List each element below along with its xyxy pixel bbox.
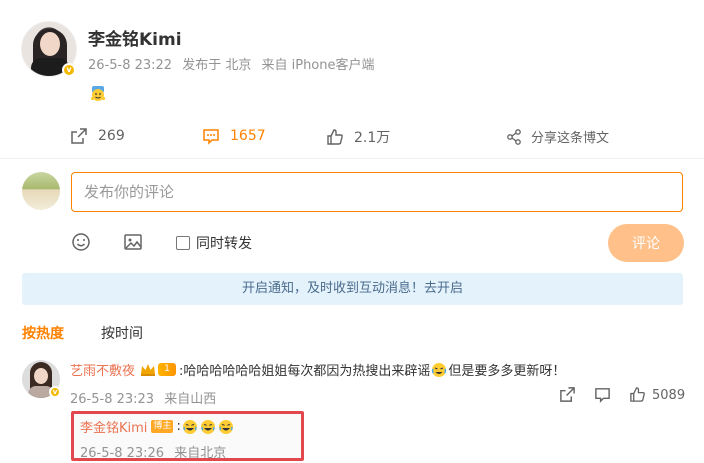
commenter-name[interactable]: 艺雨不敷夜 xyxy=(70,360,135,379)
repost-icon xyxy=(71,128,87,144)
submit-comment-button[interactable]: 评论 xyxy=(608,224,684,262)
emoji-picker-icon[interactable] xyxy=(71,232,91,252)
thumbs-up-icon xyxy=(327,129,343,145)
reply-source: 来自北京 xyxy=(174,446,227,461)
level-badge: 1 xyxy=(158,363,177,376)
tab-by-time[interactable]: 按时间 xyxy=(101,323,143,343)
tab-by-popularity[interactable]: 按热度 xyxy=(22,323,64,343)
comment-input[interactable] xyxy=(71,172,683,212)
vip-crown-icon xyxy=(140,363,156,376)
post-action-bar: 269 1657 2.1万 分享这条博文 xyxy=(0,127,704,149)
laughing-emoji-icon xyxy=(200,419,215,434)
laughing-emoji-icon xyxy=(218,419,233,434)
comment-like-icon[interactable] xyxy=(629,386,646,403)
reply-author-name[interactable]: 李金铭Kimi xyxy=(80,417,147,436)
reply-time: 26-5-8 23:26 xyxy=(80,446,165,461)
crying-laughing-emoji-icon xyxy=(432,362,447,377)
repost-checkbox[interactable]: 同时转发 xyxy=(176,233,252,253)
comment-button[interactable]: 1657 xyxy=(202,127,266,145)
reply-colon: : xyxy=(176,419,181,434)
host-badge: 博主 xyxy=(151,420,174,433)
share-icon xyxy=(507,128,521,145)
comment-repost-icon[interactable] xyxy=(559,386,576,403)
comment-text-line: 艺雨不敷夜 1 :哈哈哈哈哈哈姐姐每次都因为热搜出来辟谣 但是要多多更新呀！ xyxy=(70,360,565,379)
comment-text-part2: 但是要多多更新呀！ xyxy=(448,364,566,379)
share-label: 分享这条博文 xyxy=(531,131,610,146)
repost-label: 同时转发 xyxy=(196,236,252,252)
laughing-emoji-icon xyxy=(182,419,197,434)
comment-like-count: 5089 xyxy=(652,388,686,403)
comment-count: 1657 xyxy=(230,128,266,144)
share-button[interactable]: 分享这条博文 xyxy=(505,127,609,146)
my-avatar[interactable] xyxy=(22,172,60,210)
divider xyxy=(0,158,704,159)
reply-meta: 26-5-8 23:26 来自北京 xyxy=(80,442,232,461)
post-meta: 26-5-8 23:22 发布于 北京 来自 iPhone客户端 xyxy=(88,54,381,73)
reply-text-line: 李金铭Kimi 博主 : xyxy=(80,417,235,436)
author-name[interactable]: 李金铭Kimi xyxy=(88,25,182,50)
comment-icon xyxy=(203,129,219,145)
like-count: 2.1万 xyxy=(354,130,391,146)
verified-badge-icon: v xyxy=(62,63,76,77)
verified-badge-icon: v xyxy=(49,386,61,398)
comment-reply-icon[interactable] xyxy=(594,386,611,403)
notification-prompt[interactable]: 开启通知，及时收到互动消息！去开启 xyxy=(22,273,683,305)
checkbox-icon xyxy=(176,236,190,250)
repost-button[interactable]: 269 xyxy=(70,127,125,145)
comment-source: 来自山西 xyxy=(164,392,217,407)
comment-time: 26-5-8 23:23 xyxy=(70,392,155,407)
comment-text-part1: :哈哈哈哈哈哈姐姐每次都因为热搜出来辟谣 xyxy=(179,364,431,379)
post-time[interactable]: 26-5-8 23:22 xyxy=(88,58,172,73)
image-upload-icon[interactable] xyxy=(123,232,143,252)
emoji-icon xyxy=(91,86,105,101)
repost-count: 269 xyxy=(98,128,125,144)
comment-meta: 26-5-8 23:23 来自山西 xyxy=(70,388,222,407)
like-button[interactable]: 2.1万 xyxy=(326,127,390,147)
post-location: 发布于 北京 xyxy=(182,58,252,73)
post-source: 来自 iPhone客户端 xyxy=(261,58,375,73)
